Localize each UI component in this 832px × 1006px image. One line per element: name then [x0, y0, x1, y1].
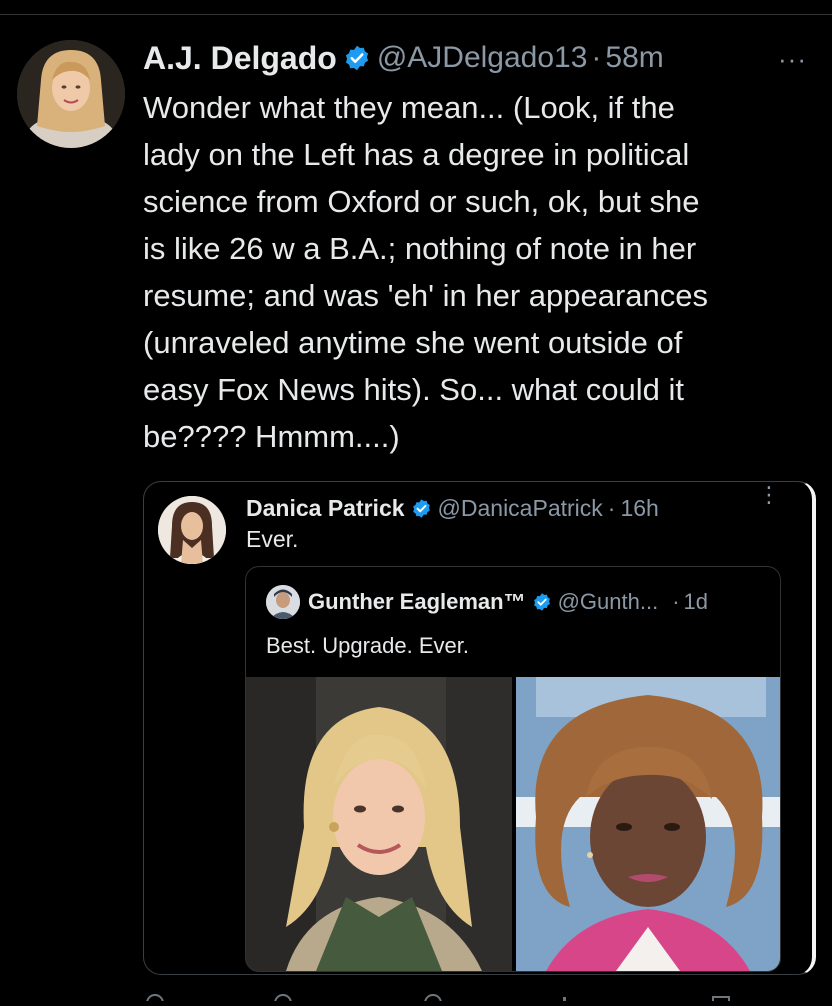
inner-quote-author-name[interactable]: Gunther Eagleman™	[308, 589, 526, 615]
inner-quote-author-handle[interactable]: @Gunth...	[558, 589, 659, 615]
quote-author-name[interactable]: Danica Patrick	[246, 495, 405, 522]
separator-dot: ·	[672, 589, 680, 614]
quote-header: Danica Patrick @DanicaPatrick · 16h	[246, 490, 659, 526]
verified-badge-icon	[412, 498, 430, 518]
inner-quote-time[interactable]: 1d	[684, 589, 708, 615]
media-photo-right[interactable]	[516, 677, 780, 971]
author-name[interactable]: A.J. Delgado	[143, 40, 337, 77]
author-handle[interactable]: @AJDelgado13	[377, 41, 588, 75]
tweet-time[interactable]: 58m	[605, 41, 663, 75]
verified-badge-icon	[345, 45, 368, 71]
inner-quote-header: Gunther Eagleman™ @Gunth... · 1d	[266, 585, 708, 619]
more-options-icon[interactable]: ···	[778, 44, 807, 75]
quote-author-handle[interactable]: @DanicaPatrick	[438, 495, 603, 522]
quote-time[interactable]: 16h	[620, 495, 658, 522]
top-divider	[0, 0, 832, 15]
media-photo-left[interactable]	[246, 677, 512, 971]
quote-text: Ever.	[246, 526, 299, 552]
inner-quote-author-avatar[interactable]	[266, 585, 300, 619]
separator-dot: ·	[607, 494, 616, 521]
inner-quote-text: Best. Upgrade. Ever.	[266, 633, 469, 658]
inner-quoted-tweet[interactable]: Gunther Eagleman™ @Gunth... · 1d Best. U…	[245, 566, 781, 972]
quoted-tweet[interactable]: Danica Patrick @DanicaPatrick · 16h ⋮ Ev…	[143, 481, 816, 975]
action-bar-partial	[143, 988, 743, 1006]
quote-more-options-icon[interactable]: ⋮	[758, 484, 780, 506]
quote-author-avatar[interactable]	[158, 496, 226, 564]
separator-dot: ·	[591, 41, 602, 74]
author-avatar[interactable]	[17, 40, 125, 148]
tweet-text: Wonder what they mean... (Look, if the l…	[143, 90, 709, 454]
tweet-header: A.J. Delgado @AJDelgado13 · 58m	[143, 36, 664, 80]
verified-badge-icon	[533, 593, 550, 611]
